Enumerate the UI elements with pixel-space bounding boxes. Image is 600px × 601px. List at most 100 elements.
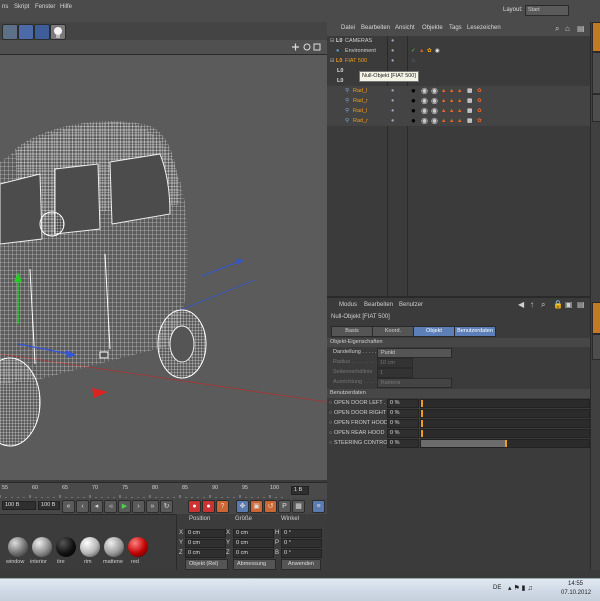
radio-icon[interactable]: ○ bbox=[329, 419, 332, 428]
userdata-slider[interactable] bbox=[420, 439, 590, 448]
userdata-slider[interactable] bbox=[420, 409, 590, 418]
tag-icon[interactable]: ▲ bbox=[449, 86, 454, 96]
tag-icon[interactable]: ▲ bbox=[441, 116, 446, 126]
next-key-icon[interactable]: › bbox=[132, 500, 145, 513]
slider-handle[interactable] bbox=[421, 430, 423, 437]
material-tag-icon[interactable]: ◉ bbox=[421, 116, 428, 126]
userdata-value[interactable]: 0 % bbox=[387, 429, 419, 438]
scale-key-icon[interactable]: ▣ bbox=[250, 500, 263, 513]
material-tag-icon[interactable]: ◉ bbox=[431, 96, 438, 106]
side-tab-content-browser[interactable] bbox=[592, 52, 600, 94]
param-key-icon[interactable]: P bbox=[278, 500, 291, 513]
layout-select[interactable]: Start bbox=[525, 5, 569, 16]
radio-icon[interactable]: ○ bbox=[329, 439, 332, 448]
tag-icon[interactable]: ✿ bbox=[477, 96, 482, 106]
viewport-nav-icons[interactable] bbox=[290, 42, 326, 52]
userdata-slider[interactable] bbox=[420, 419, 590, 428]
autokey-icon[interactable]: ● bbox=[202, 500, 215, 513]
checker-tag-icon[interactable]: ▩ bbox=[467, 116, 472, 126]
prev-frame-icon[interactable]: ◂ bbox=[90, 500, 103, 513]
radio-icon[interactable]: ○ bbox=[329, 409, 332, 418]
visibility-dots[interactable]: ● bbox=[391, 116, 394, 126]
start-frame-field[interactable]: 100 B bbox=[2, 501, 36, 510]
pla-key-icon[interactable]: ▦ bbox=[292, 500, 305, 513]
material-tire[interactable] bbox=[56, 537, 76, 557]
timeline-menu-icon[interactable]: ≡ bbox=[312, 500, 325, 513]
userdata-value[interactable]: 0 % bbox=[387, 439, 419, 448]
tab-basis[interactable]: Basis bbox=[331, 326, 373, 337]
tag-icon[interactable]: ✓ bbox=[411, 46, 416, 56]
material-interior[interactable] bbox=[32, 537, 52, 557]
visibility-dots[interactable]: ● bbox=[391, 36, 394, 46]
radio-icon[interactable]: ○ bbox=[329, 399, 332, 408]
panel-menu-icon[interactable]: ▤ bbox=[577, 300, 585, 309]
object-row-rad[interactable]: ⚲ Rad_l ● ● ◉ ◉ ▲ ▲ ▲ ▩ ✿ bbox=[327, 86, 590, 96]
material-mattene[interactable] bbox=[104, 537, 124, 557]
go-start-icon[interactable]: « bbox=[62, 500, 75, 513]
visibility-dots[interactable]: ● bbox=[391, 56, 394, 66]
object-row-fiat500[interactable]: ⊟ L0 FIAT 500 ● ⁙ bbox=[327, 56, 590, 66]
play-icon[interactable]: ▶ bbox=[118, 500, 131, 513]
om-menu-datei[interactable]: Datei bbox=[341, 25, 355, 31]
light-tool-icon[interactable] bbox=[50, 24, 66, 40]
home-icon[interactable]: ⌂ bbox=[565, 24, 570, 33]
play-backward-icon[interactable]: ◃ bbox=[104, 500, 117, 513]
go-end-icon[interactable]: » bbox=[146, 500, 159, 513]
pos-z-field[interactable]: 0 cm bbox=[185, 549, 226, 558]
size-mode-select[interactable]: Abmessung bbox=[233, 559, 276, 570]
checker-tag-icon[interactable]: ▩ bbox=[467, 96, 472, 106]
tag-icon[interactable]: ▲ bbox=[457, 96, 462, 106]
radius-field[interactable]: 10 cm bbox=[377, 358, 413, 368]
material-tag-icon[interactable]: ◉ bbox=[435, 46, 440, 56]
visibility-dots[interactable]: ● bbox=[391, 96, 394, 106]
expand-icon[interactable]: ⊟ bbox=[330, 36, 335, 46]
search-icon[interactable]: ⌕ bbox=[541, 300, 545, 310]
userdata-value[interactable]: 0 % bbox=[387, 399, 419, 408]
material-red[interactable] bbox=[128, 537, 148, 557]
om-menu-lesezeichen[interactable]: Lesezeichen bbox=[467, 25, 501, 31]
checker-tag-icon[interactable]: ▩ bbox=[467, 106, 472, 116]
material-tag-icon[interactable]: ◉ bbox=[421, 86, 428, 96]
object-row-environment[interactable]: ● Environment ● ✓ ▲ ✿ ◉ bbox=[327, 46, 590, 56]
slider-handle[interactable] bbox=[505, 440, 507, 447]
tab-objekt[interactable]: Objekt bbox=[413, 326, 455, 337]
3d-viewport[interactable] bbox=[0, 40, 327, 480]
side-tab-objects[interactable] bbox=[592, 22, 600, 52]
userdata-slider[interactable] bbox=[420, 399, 590, 408]
prev-key-icon[interactable]: ‹ bbox=[76, 500, 89, 513]
tag-icon[interactable]: ▲ bbox=[457, 116, 462, 126]
material-tag-icon[interactable]: ◉ bbox=[421, 96, 428, 106]
display-select[interactable]: Punkt bbox=[377, 348, 452, 358]
material-tag-icon[interactable]: ● bbox=[411, 96, 416, 106]
tag-icon[interactable]: ✿ bbox=[477, 86, 482, 96]
om-menu-tags[interactable]: Tags bbox=[449, 25, 462, 31]
material-tag-icon[interactable]: ◉ bbox=[431, 86, 438, 96]
floor-tool-icon[interactable] bbox=[18, 24, 34, 40]
material-tag-icon[interactable]: ◉ bbox=[431, 116, 438, 126]
up-arrow-icon[interactable]: ↑ bbox=[530, 300, 534, 309]
current-frame-field[interactable]: 1 B bbox=[291, 486, 309, 495]
expand-icon[interactable]: ⊟ bbox=[330, 56, 335, 66]
camera-tool-icon[interactable] bbox=[34, 24, 50, 40]
language-indicator[interactable]: DE bbox=[493, 585, 501, 591]
size-z-field[interactable]: 0 cm bbox=[233, 549, 274, 558]
tag-icon[interactable]: ▲ bbox=[449, 116, 454, 126]
tag-icon[interactable]: ▲ bbox=[449, 96, 454, 106]
move-key-icon[interactable]: ✥ bbox=[236, 500, 249, 513]
userdata-value[interactable]: 0 % bbox=[387, 419, 419, 428]
tag-icon[interactable]: ✿ bbox=[477, 116, 482, 126]
timeline-ruler[interactable]: 55 60 65 70 75 80 85 90 95 100 1 B bbox=[0, 482, 327, 499]
pos-y-field[interactable]: 0 cm bbox=[185, 539, 226, 548]
checker-tag-icon[interactable]: ▩ bbox=[467, 86, 472, 96]
material-tag-icon[interactable]: ● bbox=[411, 106, 416, 116]
object-row-child-a[interactable]: L0 bbox=[327, 66, 590, 76]
tab-koord[interactable]: Koord. bbox=[372, 326, 414, 337]
om-menu-bearbeiten[interactable]: Bearbeiten bbox=[361, 25, 390, 31]
rot-p-field[interactable]: 0 ° bbox=[281, 539, 322, 548]
material-tag-icon[interactable]: ● bbox=[411, 86, 416, 96]
slider-handle[interactable] bbox=[421, 400, 423, 407]
pos-x-field[interactable]: 0 cm bbox=[185, 529, 226, 538]
rot-b-field[interactable]: 0 ° bbox=[281, 549, 322, 558]
object-row-rad[interactable]: ⚲ Rad_r ● ● ◉ ◉ ▲ ▲ ▲ ▩ ✿ bbox=[327, 116, 590, 126]
attr-menu-modus[interactable]: Modus bbox=[339, 302, 357, 308]
